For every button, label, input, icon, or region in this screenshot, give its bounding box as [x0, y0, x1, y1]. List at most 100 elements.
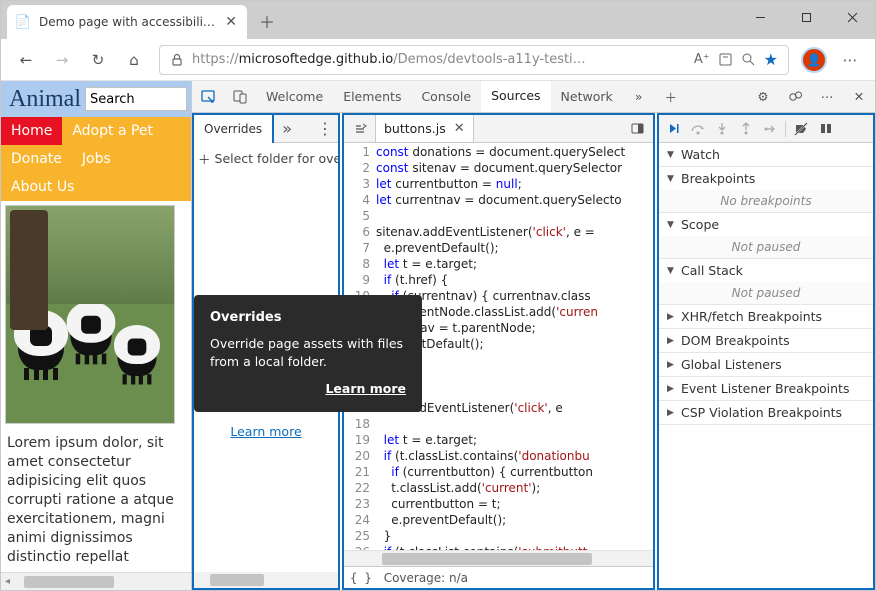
disclosure-icon: ▼ [667, 150, 677, 160]
page-nav: HomeAdopt a PetDonateJobsAbout Us [1, 117, 191, 201]
nav-jobs[interactable]: Jobs [72, 145, 121, 173]
nav-kebab-icon[interactable]: ⋮ [312, 115, 338, 142]
new-tab-button[interactable]: ＋ [251, 5, 283, 37]
reload-button[interactable]: ↻ [81, 43, 115, 77]
step-over-icon[interactable] [687, 118, 709, 140]
step-into-icon[interactable] [711, 118, 733, 140]
tab-welcome[interactable]: Welcome [256, 81, 333, 112]
pause-exceptions-icon[interactable] [814, 118, 836, 140]
search-input[interactable] [85, 87, 187, 111]
toggle-preview-icon[interactable] [621, 115, 653, 142]
dbg-section-scope[interactable]: ▼ Scope Not paused [659, 213, 873, 259]
navigator-tabs: Overrides » ⋮ [194, 115, 338, 143]
step-out-icon[interactable] [735, 118, 757, 140]
device-icon[interactable] [224, 81, 256, 112]
lock-icon [170, 53, 184, 67]
more-tabs-icon[interactable]: » [623, 81, 655, 112]
lorem-text: Lorem ipsum dolor, sit amet consectetur … [1, 428, 191, 572]
nav-home[interactable]: Home [1, 117, 62, 145]
section-label: XHR/fetch Breakpoints [681, 309, 822, 324]
page-preview: Animal HomeAdopt a PetDonateJobsAbout Us… [1, 81, 191, 590]
coverage-label: Coverage: n/a [384, 571, 468, 585]
favorite-icon[interactable]: ★ [764, 50, 778, 69]
tab-console[interactable]: Console [411, 81, 481, 112]
step-icon[interactable] [759, 118, 781, 140]
minimize-button[interactable] [737, 1, 783, 33]
nav-more-icon[interactable]: » [274, 115, 300, 142]
url-text: https://microsoftedge.github.io/Demos/de… [192, 52, 686, 67]
dbg-section-dom-breakpoints[interactable]: ▶ DOM Breakpoints [659, 329, 873, 353]
learn-more-link[interactable]: Learn more [194, 424, 338, 439]
editor-footer: { } Coverage: n/a [344, 566, 653, 588]
collections-icon[interactable] [718, 52, 733, 67]
dbg-section-call-stack[interactable]: ▼Call StackNot paused [659, 259, 873, 305]
dbg-section-watch[interactable]: ▼ Watch [659, 143, 873, 167]
page-scrollbar[interactable]: ◂ [1, 572, 191, 590]
disclosure-icon: ▶ [667, 360, 677, 370]
disclosure-icon: ▶ [667, 408, 677, 418]
zoom-icon[interactable] [741, 52, 756, 67]
close-file-icon[interactable]: ✕ [454, 121, 465, 136]
content-area: Animal HomeAdopt a PetDonateJobsAbout Us… [1, 81, 875, 590]
title-bar: 📄 Demo page with accessibility iss… ✕ ＋ [1, 1, 875, 39]
issues-icon[interactable] [779, 81, 811, 112]
resume-icon[interactable] [663, 118, 685, 140]
back-button[interactable]: ← [9, 43, 43, 77]
dbg-section-event-listener-breakpoints[interactable]: ▶ Event Listener Breakpoints [659, 377, 873, 401]
address-bar[interactable]: https://microsoftedge.github.io/Demos/de… [159, 45, 789, 75]
browser-tab[interactable]: 📄 Demo page with accessibility iss… ✕ [7, 5, 247, 39]
dbg-section-global-listeners[interactable]: ▶Global Listeners [659, 353, 873, 377]
nav-about-us[interactable]: About Us [1, 173, 84, 201]
disclosure-icon: ▼ [667, 174, 677, 184]
section-body: Not paused [659, 282, 873, 304]
section-body: Not paused [659, 236, 873, 258]
tab-network[interactable]: Network [551, 81, 623, 112]
browser-window: 📄 Demo page with accessibility iss… ✕ ＋ … [0, 0, 876, 591]
new-tool-icon[interactable]: ＋ [655, 81, 687, 112]
section-label: Watch [681, 147, 720, 162]
menu-button[interactable]: ⋯ [833, 43, 867, 77]
close-devtools-icon[interactable]: ✕ [843, 81, 875, 112]
tooltip-learn-more-link[interactable]: Learn more [210, 380, 406, 398]
nav-adopt-a-pet[interactable]: Adopt a Pet [62, 117, 163, 145]
home-button[interactable]: ⌂ [117, 43, 151, 77]
section-label: Breakpoints [681, 171, 755, 186]
section-label: Call Stack [681, 263, 743, 278]
disclosure-icon: ▶ [667, 312, 677, 322]
file-nav-icon[interactable] [344, 115, 376, 142]
profile-button[interactable]: 👤 [797, 43, 831, 77]
dbg-section-breakpoints[interactable]: ▼BreakpointsNo breakpoints [659, 167, 873, 213]
read-aloud-icon[interactable]: A⁺ [694, 52, 710, 67]
overrides-tab[interactable]: Overrides [192, 113, 274, 143]
close-tab-icon[interactable]: ✕ [225, 14, 237, 30]
nav-scrollbar[interactable] [194, 572, 338, 588]
section-label: Event Listener Breakpoints [681, 381, 849, 396]
pretty-print-icon[interactable]: { } [350, 571, 372, 585]
editor-scrollbar[interactable] [344, 550, 653, 566]
section-label: DOM Breakpoints [681, 333, 790, 348]
tab-elements[interactable]: Elements [333, 81, 411, 112]
deactivate-bp-icon[interactable] [790, 118, 812, 140]
overrides-tooltip: Overrides Override page assets with file… [194, 295, 422, 412]
nav-donate[interactable]: Donate [1, 145, 72, 173]
close-window-button[interactable] [829, 1, 875, 33]
kebab-icon[interactable]: ⋯ [811, 81, 843, 112]
tab-sources[interactable]: Sources [481, 81, 550, 112]
disclosure-icon: ▶ [667, 384, 677, 394]
disclosure-icon: ▼ [667, 220, 677, 230]
favicon-icon: 📄 [15, 14, 31, 30]
forward-button[interactable]: → [45, 43, 79, 77]
file-tab[interactable]: buttons.js ✕ [376, 115, 474, 142]
dbg-section-xhr-fetch-breakpoints[interactable]: ▶ XHR/fetch Breakpoints [659, 305, 873, 329]
browser-toolbar: ← → ↻ ⌂ https://microsoftedge.github.io/… [1, 39, 875, 81]
inspect-icon[interactable] [192, 81, 224, 112]
dbg-section-csp-violation-breakpoints[interactable]: ▶CSP Violation Breakpoints [659, 401, 873, 425]
section-label: Scope [681, 217, 719, 232]
maximize-button[interactable] [783, 1, 829, 33]
settings-icon[interactable]: ⚙ [747, 81, 779, 112]
debugger-pane: ▼Watch▼BreakpointsNo breakpoints▼ScopeNo… [657, 113, 875, 590]
disclosure-icon: ▶ [667, 336, 677, 346]
plus-icon: ＋ [198, 149, 211, 168]
tooltip-body: Override page assets with files from a l… [210, 335, 406, 370]
select-folder-button[interactable]: ＋ Select folder for overr [194, 143, 338, 174]
